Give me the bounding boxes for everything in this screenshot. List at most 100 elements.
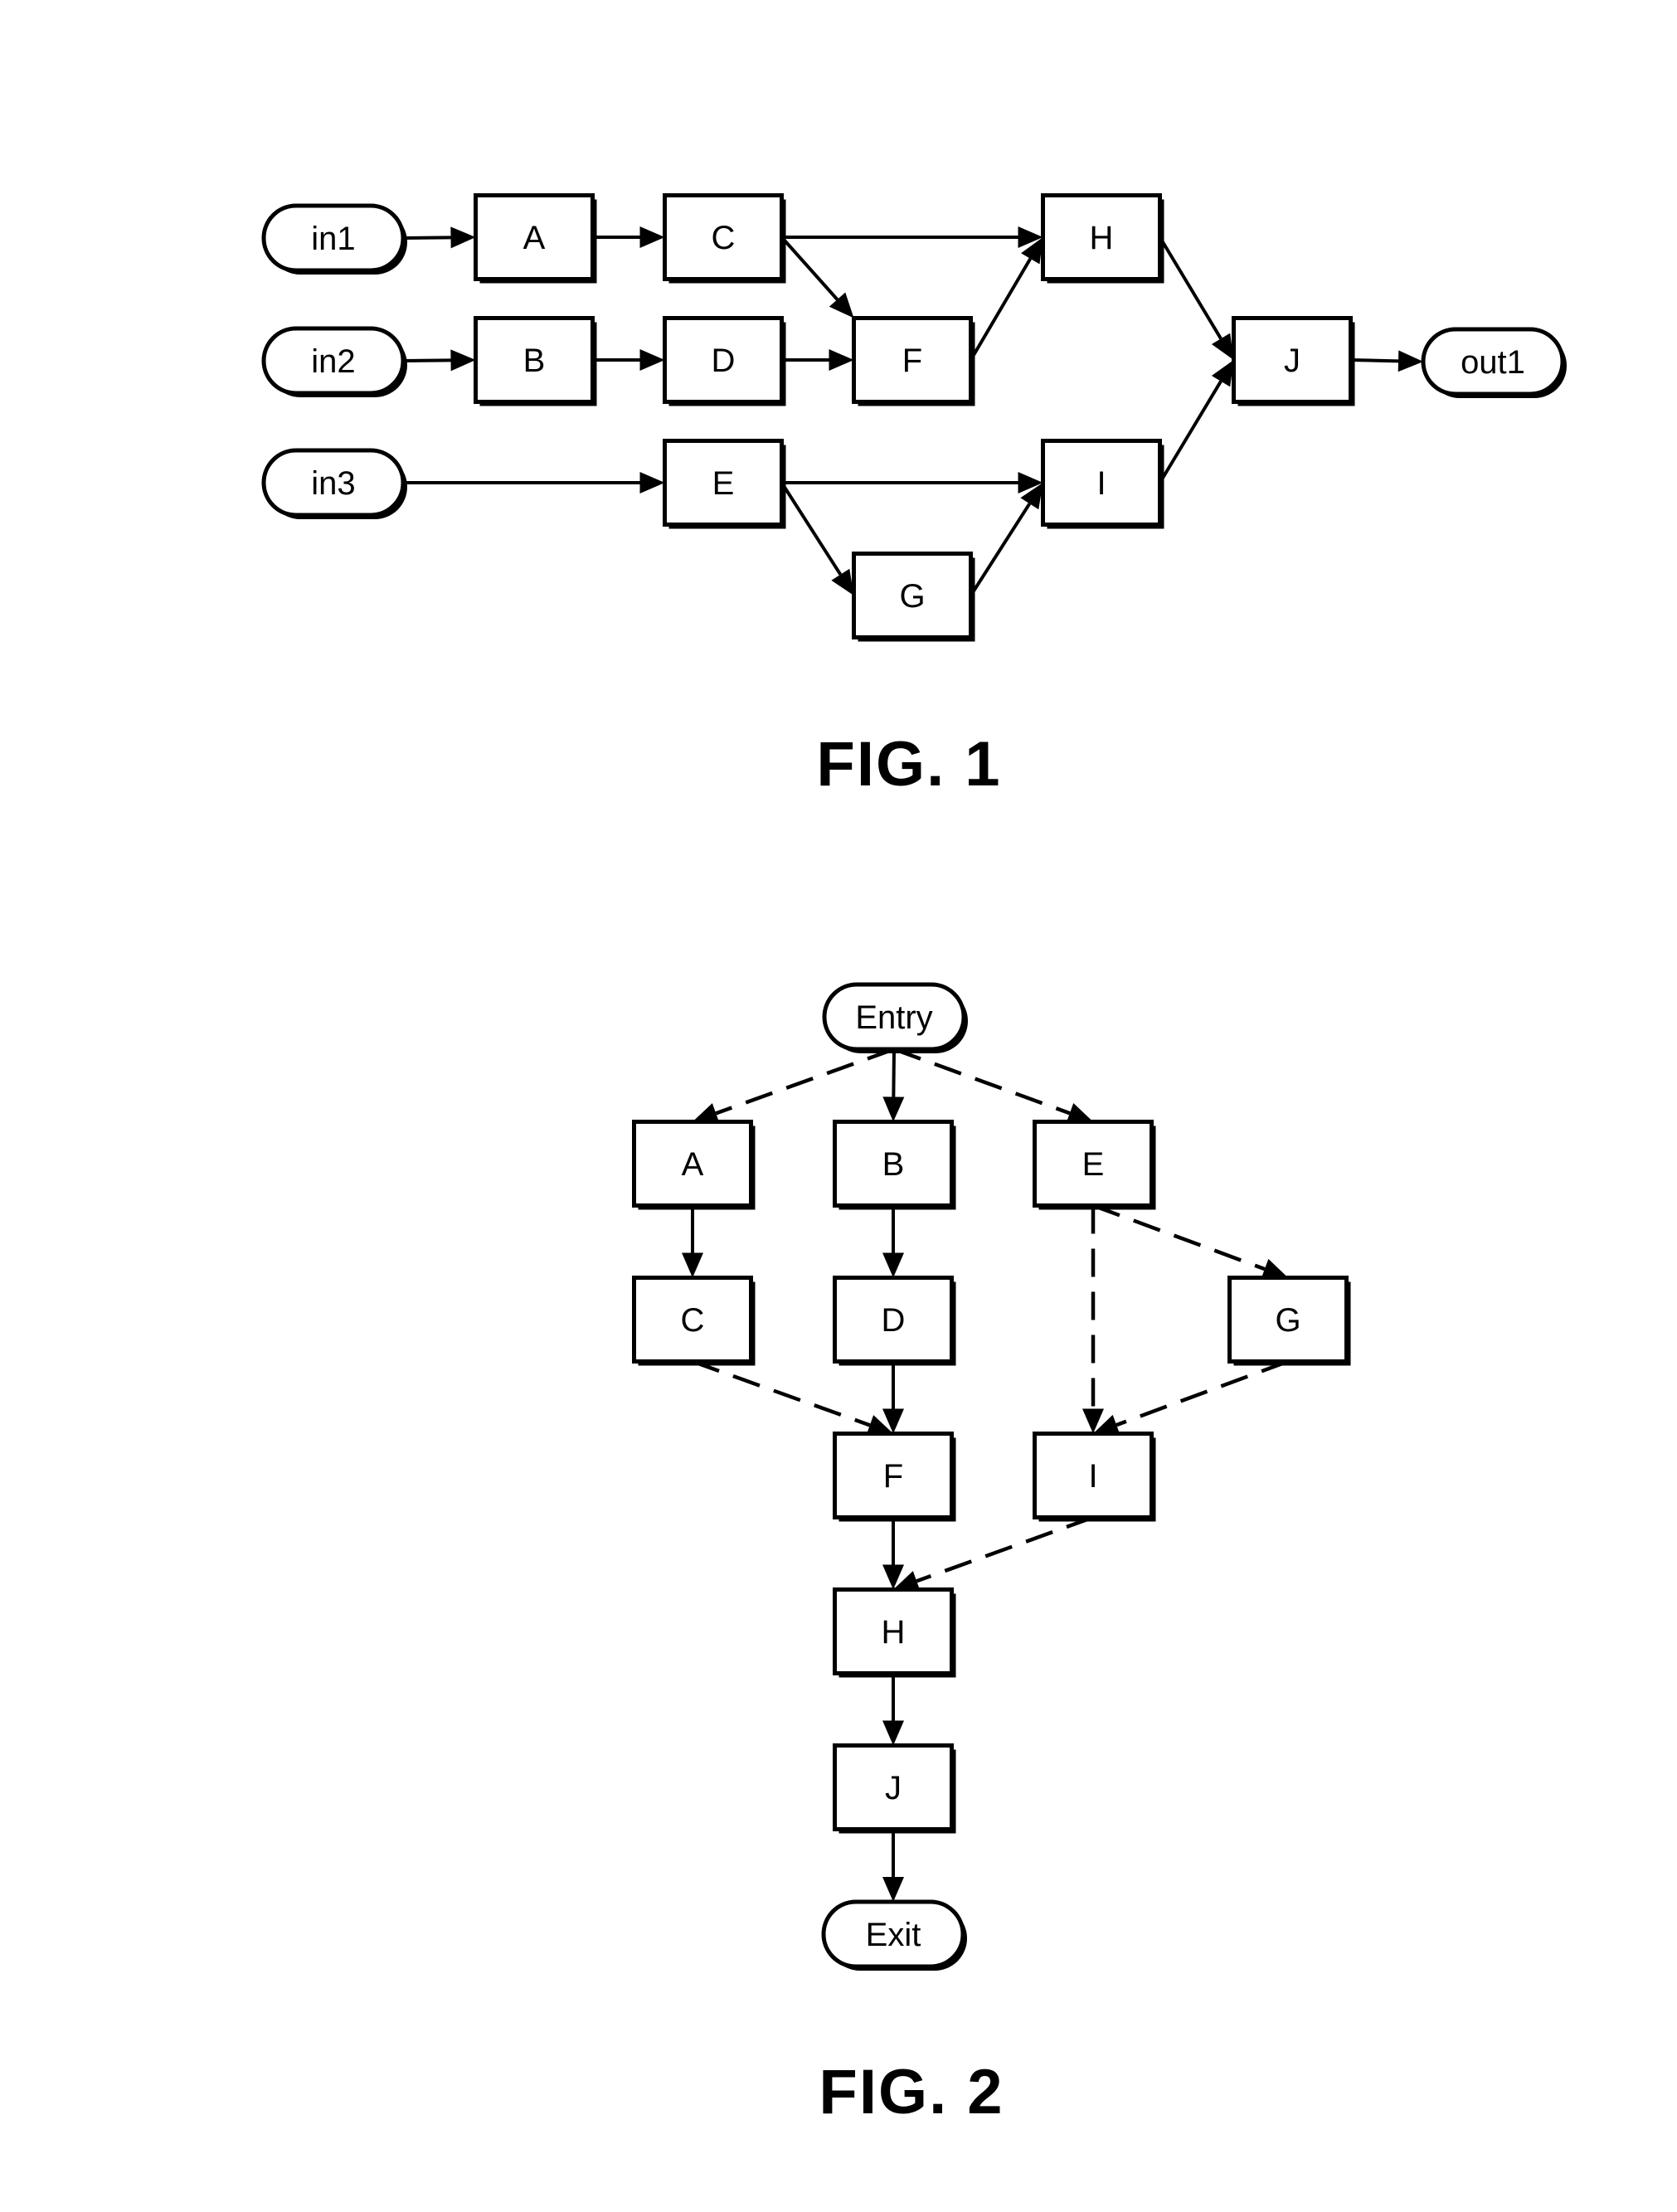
dashed-connector-line [715,1047,895,1116]
solid-connector-line [892,1048,896,1097]
edge-e-to-g [1092,1203,1288,1280]
block-node-e: E [1033,1120,1156,1210]
terminal-node-out1: out1 [1421,327,1567,398]
node-label: D [712,343,736,379]
arrowhead-icon [831,568,854,596]
node-label: F [883,1458,903,1495]
edge-e-to-i [781,472,1043,493]
block-node-b: B [833,1120,956,1210]
edge-j-to-exit [882,1829,904,1902]
edge-a-to-c [682,1205,703,1278]
solid-connector-line [1158,380,1223,484]
terminal-node-in1: in1 [261,203,407,275]
node-label: H [882,1614,906,1650]
node-label: H [1090,220,1114,256]
edge-c-to-h [781,226,1043,248]
node-label: A [682,1146,704,1183]
arrowhead-icon [1211,333,1234,360]
edge-in1-to-a [402,226,476,249]
block-node-f: F [833,1432,956,1522]
figure-2-nodes: Entry A B E C D G F I H J Exit [632,982,1351,1971]
figure-1-caption: FIG. 1 [816,729,1001,800]
arrowhead-icon [639,226,665,248]
node-label: C [712,220,736,256]
edge-e-to-g [780,481,854,596]
edge-d-to-f [882,1361,904,1434]
dashed-connector-line [692,1359,871,1427]
dashed-connector-line [1092,1203,1266,1271]
edge-entry-to-e [893,1047,1093,1124]
block-node-h: H [1041,193,1164,284]
arrowhead-icon [882,1252,904,1278]
edge-j-to-out1 [1350,350,1423,372]
edge-f-to-h [969,237,1043,362]
node-label: in1 [311,221,355,257]
figure-1-dataflow-diagram: in1 in2 in3 A B C D E F G H I J out1 FIG. 1 [261,193,1567,800]
node-label: I [1088,1458,1097,1495]
arrowhead-icon [1398,350,1423,372]
block-node-g: G [852,552,975,642]
node-label: D [882,1302,906,1339]
solid-connector-line [1158,236,1223,340]
arrowhead-icon [639,349,665,371]
solid-connector-line [402,236,451,240]
solid-connector-line [402,358,451,362]
node-label: A [523,220,546,256]
block-node-b: B [474,316,597,406]
edge-g-to-i [969,483,1043,597]
edge-h-to-j [1158,236,1234,360]
arrowhead-icon [1211,360,1234,387]
edge-in2-to-b [402,349,476,372]
block-node-f: F [852,316,975,406]
solid-connector-line [1350,358,1399,363]
solid-connector-line [780,481,843,576]
arrowhead-icon [882,1096,905,1122]
block-node-h: H [833,1587,956,1678]
edge-h-to-j [882,1673,904,1746]
node-label: J [1284,343,1300,379]
edge-entry-to-b [882,1048,905,1122]
figure-1-nodes: in1 in2 in3 A B C D E F G H I J out1 [261,193,1567,642]
node-label: G [899,578,925,615]
edge-f-to-h [882,1517,904,1590]
edge-entry-to-a [693,1047,895,1124]
terminal-node-in2: in2 [261,326,407,397]
block-node-a: A [474,193,597,284]
node-label: E [1082,1146,1105,1183]
solid-connector-line [780,236,839,301]
edge-e-to-i [1082,1205,1104,1434]
block-node-g: G [1227,1276,1351,1366]
edge-b-to-d [592,349,665,371]
drawing-sheet: in1 in2 in3 A B C D E F G H I J out1 FIG. 1 Entry A B E C… [261,193,1567,2127]
dashed-connector-line [916,1515,1094,1583]
block-node-j: J [1232,316,1355,406]
node-label: E [712,465,735,502]
node-label: Entry [855,999,932,1036]
figure-2-caption: FIG. 2 [819,2057,1004,2127]
block-node-c: C [663,193,786,284]
arrowhead-icon [639,472,665,493]
edge-d-to-f [781,349,854,371]
arrowhead-icon [829,349,854,371]
node-label: in3 [311,465,355,502]
node-label: C [681,1302,705,1339]
arrowhead-icon [882,1720,904,1746]
dashed-connector-line [893,1047,1071,1116]
edge-a-to-c [592,226,665,248]
node-label: B [523,343,546,379]
block-node-i: I [1033,1432,1156,1522]
node-label: J [885,1770,902,1806]
edge-c-to-f [780,236,854,318]
node-label: I [1096,465,1106,502]
arrowhead-icon [682,1252,703,1278]
node-label: G [1275,1302,1300,1339]
terminal-node-exit: Exit [821,1899,967,1971]
arrowhead-icon [450,349,476,372]
node-label: in2 [311,343,355,380]
solid-connector-line [969,503,1032,597]
edge-g-to-i [1093,1359,1289,1436]
terminal-node-entry: Entry [822,982,968,1053]
terminal-node-in3: in3 [261,448,407,519]
figure-2-control-flow-graph: Entry A B E C D G F I H J Exit FIG. 2 [632,982,1351,2127]
node-label: out1 [1461,344,1525,381]
